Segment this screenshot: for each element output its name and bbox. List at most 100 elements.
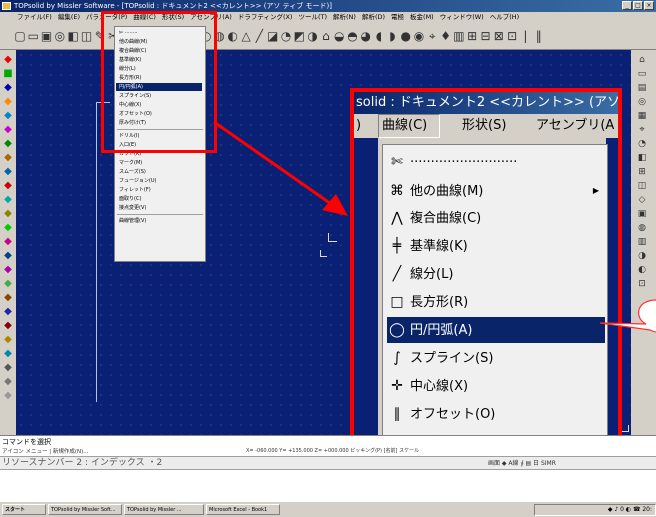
menu-item-large[interactable]: ✛ 中心線(X) <box>387 373 605 399</box>
toolbar-button-icon[interactable]: ◕ <box>360 29 372 43</box>
toolbar-button-icon[interactable]: ◎ <box>54 29 66 43</box>
toolbar-button-icon[interactable]: ▣ <box>41 29 53 43</box>
view-tool-icon[interactable]: ▣ <box>635 208 649 220</box>
start-button[interactable]: スタート <box>2 504 46 515</box>
view-tool-icon[interactable]: ◇ <box>635 194 649 206</box>
view-tool-icon[interactable]: ▤ <box>635 82 649 94</box>
close-icon[interactable]: × <box>644 1 654 10</box>
view-tool-icon[interactable]: ◍ <box>635 222 649 234</box>
tool-icon[interactable]: ◆ <box>2 180 14 192</box>
menu-item[interactable]: 電極 <box>388 12 407 23</box>
tool-icon[interactable]: ◆ <box>2 208 14 220</box>
view-tool-icon[interactable]: ◎ <box>635 96 649 108</box>
menu-item-large[interactable]: ╱ 線分(L) <box>387 261 605 287</box>
small-menu-item[interactable]: フュージョン(U) <box>119 177 156 185</box>
view-tool-icon[interactable]: ◐ <box>635 264 649 276</box>
view-tool-icon[interactable]: ◑ <box>635 250 649 262</box>
view-tool-icon[interactable]: ⌂ <box>635 54 649 66</box>
tool-icon[interactable]: ◆ <box>2 306 14 318</box>
menu-item-large[interactable]: ◯ 円/円弧(A) <box>387 317 605 343</box>
menu-item-large[interactable]: ╪ 基準線(K) <box>387 233 605 259</box>
menu-curve[interactable]: 曲線(C) <box>378 114 440 138</box>
toolbar-button-icon[interactable]: ◫ <box>81 29 93 43</box>
menu-item[interactable]: 解析(N) <box>330 12 359 23</box>
small-menu-item[interactable]: 曲線管理(V) <box>119 217 146 225</box>
toolbar-button-icon[interactable]: ⊠ <box>493 29 505 43</box>
menu-item[interactable]: 板金(M) <box>407 12 437 23</box>
toolbar-button-icon[interactable]: ◪ <box>267 29 279 43</box>
taskbar-item[interactable]: TOPsolid by Missler Soft... <box>48 504 122 515</box>
tool-icon[interactable]: ◆ <box>2 362 14 374</box>
tool-icon[interactable]: ◆ <box>2 376 14 388</box>
toolbar-button-icon[interactable]: ▢ <box>14 29 26 43</box>
menu-item-large[interactable]: ⋀ 複合曲線(C) <box>387 205 605 231</box>
toolbar-button-icon[interactable]: ⊟ <box>480 29 492 43</box>
menu-item-large[interactable]: ∫ スプライン(S) <box>387 345 605 371</box>
tool-icon[interactable]: ◆ <box>2 152 14 164</box>
menu-item[interactable]: ファイル(F) <box>14 12 55 23</box>
menu-item-large[interactable]: □ 長方形(R) <box>387 289 605 315</box>
toolbar-button-icon[interactable]: ▭ <box>27 29 39 43</box>
tearoff-item[interactable]: ✄ ·························· <box>387 149 605 175</box>
toolbar-button-icon[interactable]: ◖ <box>373 29 385 43</box>
menu-item[interactable]: ヘルプ(H) <box>487 12 522 23</box>
toolbar-button-icon[interactable]: | <box>519 29 531 43</box>
toolbar-button-icon[interactable]: ◔ <box>280 29 292 43</box>
view-tool-icon[interactable]: ◫ <box>635 180 649 192</box>
menu-item[interactable]: 編集(E) <box>55 12 83 23</box>
view-tool-icon[interactable]: ◧ <box>635 152 649 164</box>
toolbar-button-icon[interactable]: ▥ <box>453 29 465 43</box>
tool-icon[interactable]: ◆ <box>2 82 14 94</box>
view-tool-icon[interactable]: ◔ <box>635 138 649 150</box>
view-tool-icon[interactable]: ▥ <box>635 236 649 248</box>
toolbar-button-icon[interactable]: ◧ <box>67 29 79 43</box>
tool-icon[interactable]: ■ <box>2 68 14 80</box>
tool-icon[interactable]: ◆ <box>2 110 14 122</box>
view-tool-icon[interactable]: ⌖ <box>635 124 649 136</box>
toolbar-button-icon[interactable]: ⊡ <box>506 29 518 43</box>
toolbar-button-icon[interactable]: ◐ <box>227 29 239 43</box>
view-tool-icon[interactable]: ▭ <box>635 68 649 80</box>
tool-icon[interactable]: ◆ <box>2 278 14 290</box>
tool-icon[interactable]: ◆ <box>2 348 14 360</box>
toolbar-button-icon[interactable]: △ <box>240 29 252 43</box>
toolbar-button-icon[interactable]: ╱ <box>253 29 265 43</box>
small-menu-item[interactable]: スムーズ(S) <box>119 168 146 176</box>
tool-icon[interactable]: ◆ <box>2 292 14 304</box>
tool-icon[interactable]: ◆ <box>2 166 14 178</box>
toolbar-button-icon[interactable]: ◩ <box>293 29 305 43</box>
minimize-icon[interactable]: _ <box>622 1 632 10</box>
toolbar-button-icon[interactable]: ◓ <box>347 29 359 43</box>
toolbar-button-icon[interactable]: ⌂ <box>320 29 332 43</box>
small-menu-item[interactable]: マーク(M) <box>119 159 142 167</box>
taskbar-item[interactable]: TOPsolid by Missler ... <box>124 504 204 515</box>
menu-item-large[interactable]: ⌘ 他の曲線(M) ▶ <box>387 178 605 204</box>
toolbar-button-icon[interactable]: ◒ <box>333 29 345 43</box>
tool-icon[interactable]: ◆ <box>2 138 14 150</box>
menu-item-large[interactable]: ∥ オフセット(O) <box>387 401 605 427</box>
tool-icon[interactable]: ◆ <box>2 222 14 234</box>
view-tool-icon[interactable]: ⊡ <box>635 278 649 290</box>
toolbar-button-icon[interactable]: ⊞ <box>466 29 478 43</box>
menu-item[interactable]: ドラフティング(X) <box>235 12 296 23</box>
view-tool-icon[interactable]: ⊞ <box>635 166 649 178</box>
toolbar-button-icon[interactable]: ● <box>400 29 412 43</box>
toolbar-button-icon[interactable]: ⌖ <box>426 29 438 43</box>
view-tool-icon[interactable]: ▦ <box>635 110 649 122</box>
menu-item[interactable]: ウィンドウ(W) <box>437 12 487 23</box>
tool-icon[interactable]: ◆ <box>2 320 14 332</box>
small-menu-item[interactable]: フィレット(F) <box>119 186 151 194</box>
maximize-icon[interactable]: □ <box>633 1 643 10</box>
small-menu-item[interactable]: 接点変更(V) <box>119 204 146 212</box>
tool-icon[interactable]: ◆ <box>2 236 14 248</box>
toolbar-button-icon[interactable]: ♦ <box>440 29 452 43</box>
tool-icon[interactable]: ◆ <box>2 334 14 346</box>
menu-item[interactable]: ツール(T) <box>295 12 330 23</box>
taskbar-item[interactable]: Microsoft Excel - Book1 <box>206 504 280 515</box>
menu-item[interactable]: 解析(D) <box>359 12 388 23</box>
tool-icon[interactable]: ◆ <box>2 194 14 206</box>
toolbar-button-icon[interactable]: ◗ <box>386 29 398 43</box>
tool-icon[interactable]: ◆ <box>2 390 14 402</box>
menu-assembly[interactable]: アセンブリ(A <box>536 114 614 138</box>
tool-icon[interactable]: ◆ <box>2 96 14 108</box>
